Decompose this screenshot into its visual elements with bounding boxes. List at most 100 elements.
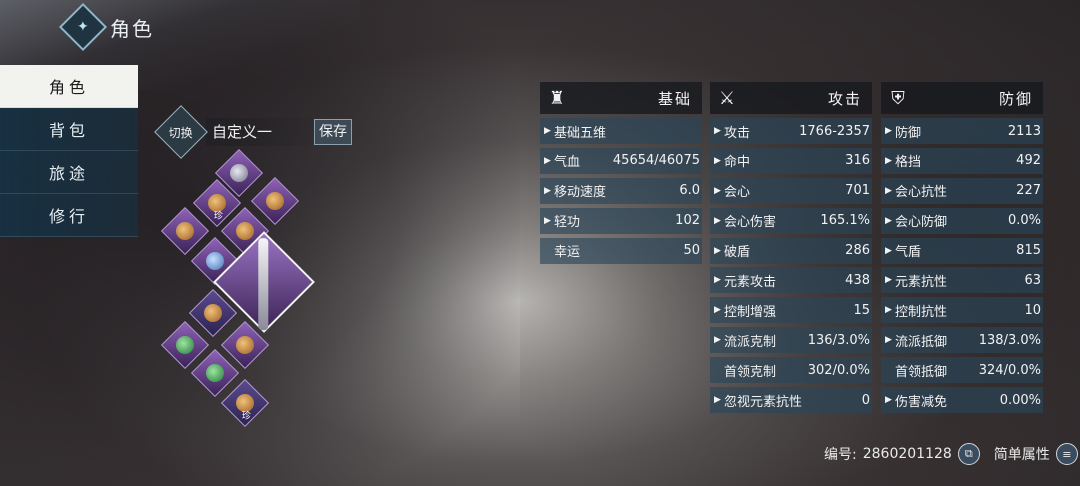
diamond-feather-icon: ✦ xyxy=(58,2,108,52)
nav-item-journey[interactable]: 旅途 xyxy=(0,151,138,194)
rarity-badge: 珍 xyxy=(241,411,251,422)
stat-row[interactable]: ▶ 忽视元素抗性 0 xyxy=(710,387,872,414)
stat-row[interactable]: ▶ 防御 2113 xyxy=(881,118,1043,144)
expand-arrow-icon: ▶ xyxy=(544,215,551,226)
gear-set-row: 切换 自定义一 保存 xyxy=(154,105,352,159)
stat-row[interactable]: ▶ 格挡 492 xyxy=(881,147,1043,174)
stat-value: 438 xyxy=(845,272,870,288)
copy-id-icon[interactable]: ⧉ xyxy=(957,443,980,465)
gear-set-name: 自定义一 xyxy=(206,118,312,146)
stat-row[interactable]: ▶ 轻功 102 xyxy=(540,207,702,234)
stat-row: 首领克制 302/0.0% xyxy=(710,357,872,384)
player-id-value: 2860201128 xyxy=(862,446,952,462)
stat-value: 492 xyxy=(1016,153,1041,169)
stat-value: 10 xyxy=(1024,302,1041,318)
expand-arrow-icon: ▶ xyxy=(714,185,721,196)
stat-row[interactable]: ▶ 命中 316 xyxy=(710,147,872,174)
stat-label: 流派克制 xyxy=(724,334,777,350)
stat-row[interactable]: ▶ 攻击 1766-2357 xyxy=(710,118,872,144)
stat-value: 15 xyxy=(853,302,870,318)
stat-row[interactable]: ▶ 会心伤害 165.1% xyxy=(710,207,872,234)
helmet-icon xyxy=(230,164,248,182)
stat-value: 165.1% xyxy=(820,213,870,229)
stat-label: 攻击 xyxy=(724,125,751,141)
stat-row[interactable]: ▶ 控制抗性 10 xyxy=(881,297,1043,324)
stat-label: 首领克制 xyxy=(724,364,777,380)
nav-item-bag[interactable]: 背包 xyxy=(0,108,138,151)
stat-row: 幸运 50 xyxy=(540,237,702,264)
stat-row[interactable]: ▶ 会心抗性 227 xyxy=(881,177,1043,204)
stat-label: 控制抗性 xyxy=(895,304,948,320)
stat-label: 会心伤害 xyxy=(724,215,777,231)
footer-bar: 编号: 2860201128 ⧉ 简单属性 ≡ xyxy=(824,443,1078,465)
stat-label: 格挡 xyxy=(895,155,922,171)
stat-label: 会心防御 xyxy=(895,215,948,231)
expand-arrow-icon: ▶ xyxy=(885,275,892,286)
stat-row[interactable]: ▶ 会心防御 0.0% xyxy=(881,207,1043,234)
bracer-icon xyxy=(266,192,284,210)
simple-attributes-label[interactable]: 简单属性 xyxy=(994,444,1050,464)
stat-row[interactable]: ▶ 移动速度 6.0 xyxy=(540,177,702,204)
stat-label: 元素攻击 xyxy=(724,274,777,290)
stat-row[interactable]: ▶ 气血 45654/46075 xyxy=(540,147,702,174)
expand-arrow-icon: ▶ xyxy=(885,395,892,406)
save-button[interactable]: 保存 xyxy=(314,119,352,145)
stat-row[interactable]: ▶ 元素攻击 438 xyxy=(710,267,872,294)
stat-row[interactable]: ▶ 流派抵御 138/3.0% xyxy=(881,327,1043,354)
stat-label: 防御 xyxy=(895,125,922,141)
stat-row: 首领抵御 324/0.0% xyxy=(881,357,1043,384)
stats-defense-column: ⛨ 防御 ▶ 防御 2113 ▶ 格挡 492 ▶ 会心抗性 227 ▶ 会心防御 0.0% ▶… xyxy=(881,82,1043,417)
stat-label: 会心抗性 xyxy=(895,185,948,201)
stat-label: 忽视元素抗性 xyxy=(724,394,803,410)
stat-row[interactable]: ▶ 元素抗性 63 xyxy=(881,267,1043,294)
stat-value: 63 xyxy=(1024,272,1041,288)
ring-icon xyxy=(206,364,224,382)
stat-value: 316 xyxy=(845,153,870,169)
stat-row[interactable]: ▶ 气盾 815 xyxy=(881,237,1043,264)
stat-value: 0.00% xyxy=(999,392,1041,408)
switch-set-label: 切换 xyxy=(168,125,194,140)
stat-value: 227 xyxy=(1016,183,1041,199)
expand-arrow-icon: ▶ xyxy=(714,245,721,256)
stat-value: 1766-2357 xyxy=(799,123,870,139)
nav-item-character[interactable]: 角色 xyxy=(0,65,138,108)
stat-row[interactable]: ▶ 伤害减免 0.00% xyxy=(881,387,1043,414)
stat-label: 元素抗性 xyxy=(895,274,948,290)
stat-label: 破盾 xyxy=(724,245,751,261)
stat-value: 0 xyxy=(861,392,870,408)
expand-arrow-icon: ▶ xyxy=(714,305,721,316)
stats-defense-header: ⛨ 防御 xyxy=(881,82,1043,114)
stat-row[interactable]: ▶ 会心 701 xyxy=(710,177,872,204)
stat-row[interactable]: ▶ 流派克制 136/3.0% xyxy=(710,327,872,354)
expand-arrow-icon: ▶ xyxy=(714,126,721,136)
stat-label: 幸运 xyxy=(554,245,581,261)
stat-label: 轻功 xyxy=(554,215,581,231)
ring-icon xyxy=(236,336,254,354)
stat-value: 50 xyxy=(683,243,700,259)
rarity-badge: 珍 xyxy=(213,211,223,222)
stat-label: 基础五维 xyxy=(554,125,607,141)
expand-arrow-icon: ▶ xyxy=(885,305,892,316)
stat-value: 302/0.0% xyxy=(807,362,870,378)
stat-value: 286 xyxy=(845,243,870,259)
stats-basic-header: ♜ 基础 xyxy=(540,82,702,114)
menu-icon[interactable]: ≡ xyxy=(1055,443,1078,465)
expand-arrow-icon: ▶ xyxy=(544,155,551,166)
expand-arrow-icon: ▶ xyxy=(885,215,892,226)
stat-label: 气血 xyxy=(554,155,581,171)
stat-value: 815 xyxy=(1016,243,1041,259)
stat-label: 首领抵御 xyxy=(895,364,948,380)
crossed-swords-icon: ⚔ xyxy=(718,87,736,109)
stat-label: 气盾 xyxy=(895,245,922,261)
stat-value: 138/3.0% xyxy=(978,332,1041,348)
sword-icon xyxy=(258,238,269,331)
expand-arrow-icon: ▶ xyxy=(885,126,892,136)
stat-row[interactable]: ▶ 基础五维 xyxy=(540,118,702,144)
stat-label: 控制增强 xyxy=(724,304,777,320)
expand-arrow-icon: ▶ xyxy=(544,126,551,136)
side-nav: 角色 背包 旅途 修行 xyxy=(0,65,138,237)
nav-item-cultivation[interactable]: 修行 xyxy=(0,194,138,237)
stat-row[interactable]: ▶ 控制增强 15 xyxy=(710,297,872,324)
stat-row[interactable]: ▶ 破盾 286 xyxy=(710,237,872,264)
robe-icon: ♜ xyxy=(548,87,566,109)
